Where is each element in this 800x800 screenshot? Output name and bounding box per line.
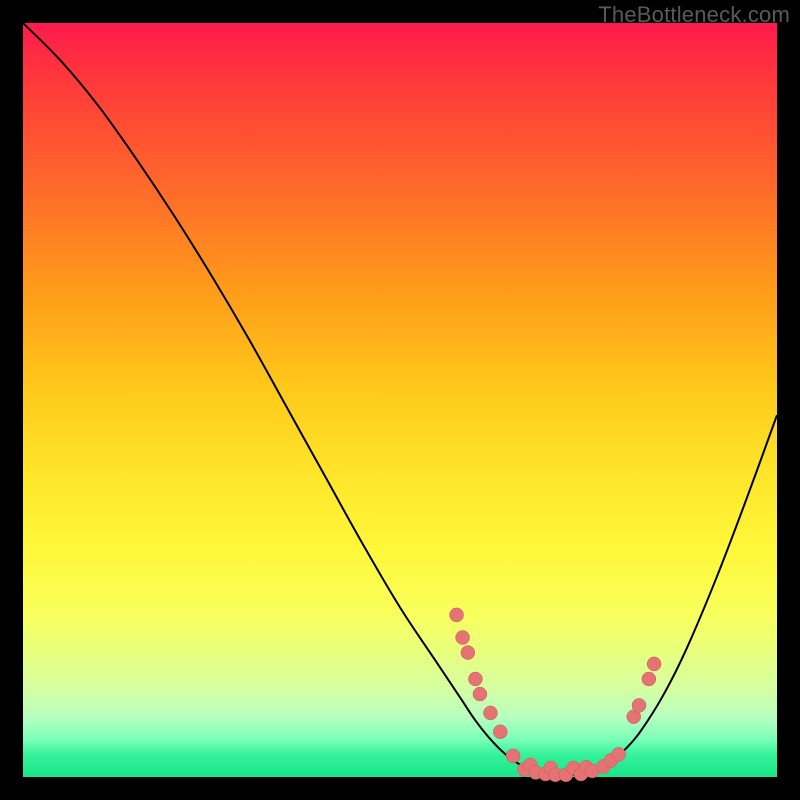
data-point (456, 631, 470, 645)
data-point (461, 646, 475, 660)
data-points (450, 608, 662, 782)
data-point (632, 698, 646, 712)
plot-area (23, 23, 777, 777)
data-point (483, 706, 497, 720)
data-point (493, 725, 507, 739)
chart-container: TheBottleneck.com (0, 0, 800, 800)
data-point (468, 672, 482, 686)
data-point (647, 657, 661, 671)
data-point (450, 608, 464, 622)
data-point (506, 749, 520, 763)
data-point (642, 672, 656, 686)
bottleneck-curve (23, 23, 777, 775)
data-point (473, 687, 487, 701)
curve-svg (23, 23, 777, 777)
data-point (612, 747, 626, 761)
